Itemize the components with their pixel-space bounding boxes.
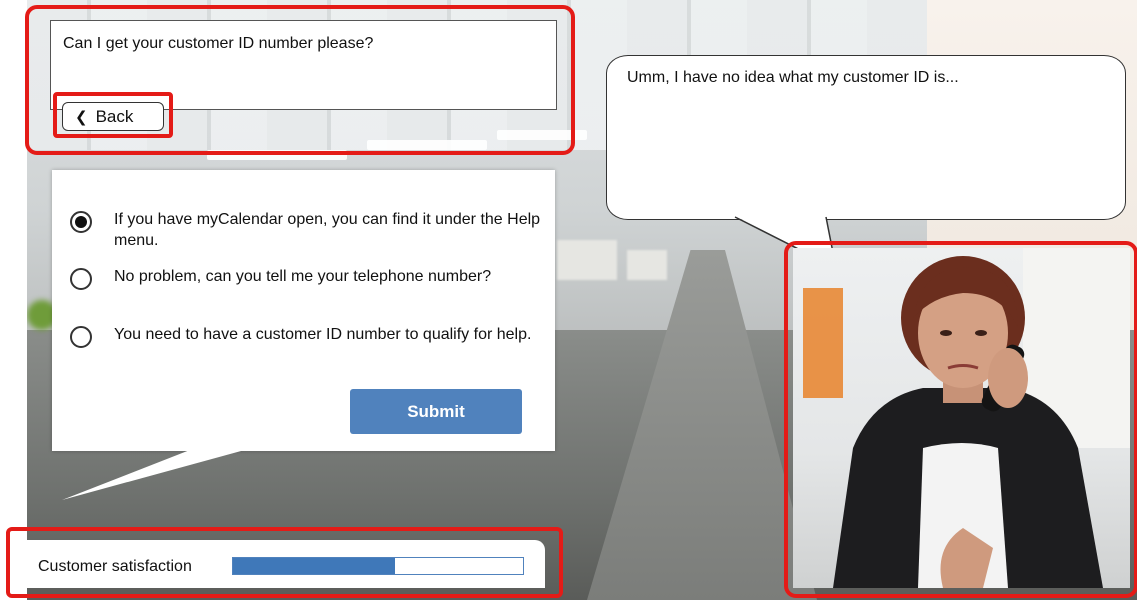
agent-question-box: Can I get your customer ID number please…	[50, 20, 557, 110]
response-option-1[interactable]: If you have myCalendar open, you can fin…	[70, 209, 544, 251]
response-option-2[interactable]: No problem, can you tell me your telepho…	[70, 266, 544, 290]
radio-selected-icon[interactable]	[70, 211, 92, 233]
back-button[interactable]: ❮ Back	[62, 102, 164, 131]
radio-unselected-icon[interactable]	[70, 326, 92, 348]
satisfaction-label: Customer satisfaction	[38, 558, 192, 575]
customer-woman-on-phone-icon	[803, 248, 1130, 588]
submit-button[interactable]: Submit	[350, 389, 522, 434]
response-option-text: You need to have a customer ID number to…	[114, 326, 532, 343]
customer-speech-bubble: Umm, I have no idea what my customer ID …	[606, 55, 1126, 220]
agent-question-text: Can I get your customer ID number please…	[63, 35, 374, 52]
back-button-label: Back	[95, 106, 134, 126]
satisfaction-meter	[232, 557, 524, 575]
satisfaction-meter-fill	[233, 558, 396, 574]
response-option-text: No problem, can you tell me your telepho…	[114, 268, 492, 285]
response-option-3[interactable]: You need to have a customer ID number to…	[70, 324, 544, 348]
chevron-left-icon: ❮	[75, 108, 88, 126]
customer-speech-text: Umm, I have no idea what my customer ID …	[627, 69, 959, 86]
response-option-text: If you have myCalendar open, you can fin…	[114, 211, 541, 249]
radio-unselected-icon[interactable]	[70, 268, 92, 290]
customer-photo	[793, 248, 1130, 588]
